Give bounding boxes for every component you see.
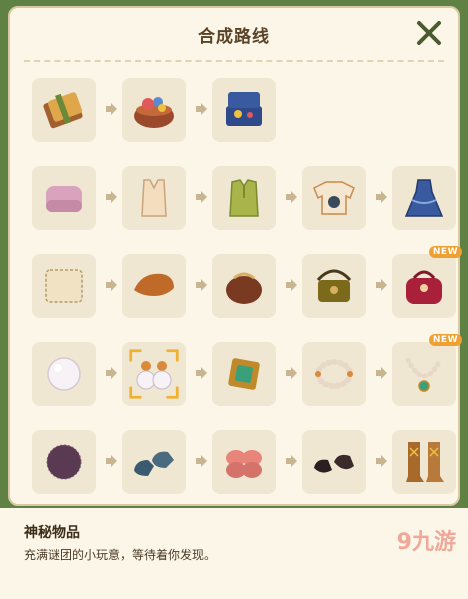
fabric-scrap-icon: [45, 269, 83, 303]
route-row-1: [32, 78, 452, 144]
item-slot[interactable]: [32, 430, 96, 494]
item-slot[interactable]: [122, 254, 186, 318]
item-slot[interactable]: [122, 78, 186, 142]
item-description: 充满谜团的小玩意，等待着你发现。: [24, 548, 217, 562]
item-slot[interactable]: [212, 78, 276, 142]
header-divider: [24, 60, 444, 62]
tall-boots-icon: [406, 442, 444, 482]
notebook-icon: [43, 92, 83, 129]
item-slot[interactable]: [212, 430, 276, 494]
arrow-icon: [106, 367, 117, 379]
item-slot[interactable]: [392, 166, 456, 230]
arrow-icon: [196, 103, 207, 115]
item-name: 神秘物品: [24, 525, 80, 541]
item-slot[interactable]: [32, 254, 96, 318]
item-slot[interactable]: [32, 342, 96, 406]
item-slot[interactable]: [122, 430, 186, 494]
blue-dress-icon: [404, 179, 444, 217]
new-badge: NEW: [428, 334, 462, 346]
pearl-earrings-icon: [136, 361, 172, 390]
arrow-icon: [376, 367, 387, 379]
arrow-icon: [106, 279, 117, 291]
emerald-necklace-icon: [405, 357, 443, 392]
watermark-logo: 9九游: [396, 530, 456, 555]
route-row-5: [32, 430, 456, 496]
pearl-icon: [47, 357, 81, 391]
crafting-route-panel: 合成路线 NEW NEW: [8, 6, 462, 506]
arrow-icon: [286, 279, 297, 291]
item-slot[interactable]: [212, 166, 276, 230]
arrow-icon: [286, 367, 297, 379]
sewing-basket-icon: [134, 97, 174, 128]
route-row-4: NEW: [32, 334, 462, 408]
item-info-panel: 神秘物品 充满谜团的小玩意，等待着你发现。 9九游: [0, 508, 468, 599]
item-slot[interactable]: NEW: [392, 246, 462, 318]
item-slot[interactable]: [302, 430, 366, 494]
route-row-3: NEW: [32, 246, 462, 320]
panel-header: 合成路线: [10, 8, 458, 60]
arrow-icon: [196, 455, 207, 467]
arrow-icon: [196, 191, 207, 203]
arrow-icon: [106, 191, 117, 203]
item-slot[interactable]: NEW: [392, 334, 462, 406]
item-slot[interactable]: [392, 430, 456, 494]
item-slot[interactable]: [32, 166, 96, 230]
arrow-icon: [376, 455, 387, 467]
cat-sweater-icon: [313, 181, 355, 215]
new-badge: NEW: [428, 246, 462, 258]
item-slot[interactable]: [212, 254, 276, 318]
leather-scrap-icon: [134, 273, 174, 296]
item-slot-selected[interactable]: [122, 342, 186, 406]
arrow-icon: [286, 191, 297, 203]
item-slot[interactable]: [122, 166, 186, 230]
arrow-icon: [286, 455, 297, 467]
bead-bracelet-icon: [315, 359, 353, 389]
folded-cloth-icon: [46, 186, 82, 212]
shoulder-bag-icon: [316, 269, 352, 302]
item-slot[interactable]: [302, 166, 366, 230]
route-row-2: [32, 166, 456, 232]
coin-purse-icon: [226, 272, 262, 304]
item-slot[interactable]: [302, 342, 366, 406]
black-shoes-icon: [314, 454, 354, 473]
pink-slippers-icon: [226, 450, 262, 478]
item-slot[interactable]: [212, 342, 276, 406]
green-blouse-icon: [229, 179, 259, 217]
tank-top-icon: [141, 179, 167, 217]
yarn-ball-icon: [46, 444, 82, 480]
emerald-pendant-icon: [228, 358, 260, 390]
panel-title: 合成路线: [198, 27, 270, 47]
arrow-icon: [196, 279, 207, 291]
close-icon[interactable]: [414, 18, 444, 48]
red-handbag-icon: [406, 270, 442, 304]
arrow-icon: [376, 191, 387, 203]
arrow-icon: [106, 455, 117, 467]
arrow-icon: [376, 279, 387, 291]
blue-loafers-icon: [134, 451, 174, 476]
jewelry-box-icon: [226, 92, 262, 126]
item-slot[interactable]: [32, 78, 96, 142]
arrow-icon: [196, 367, 207, 379]
item-slot[interactable]: [302, 254, 366, 318]
arrow-icon: [106, 103, 117, 115]
